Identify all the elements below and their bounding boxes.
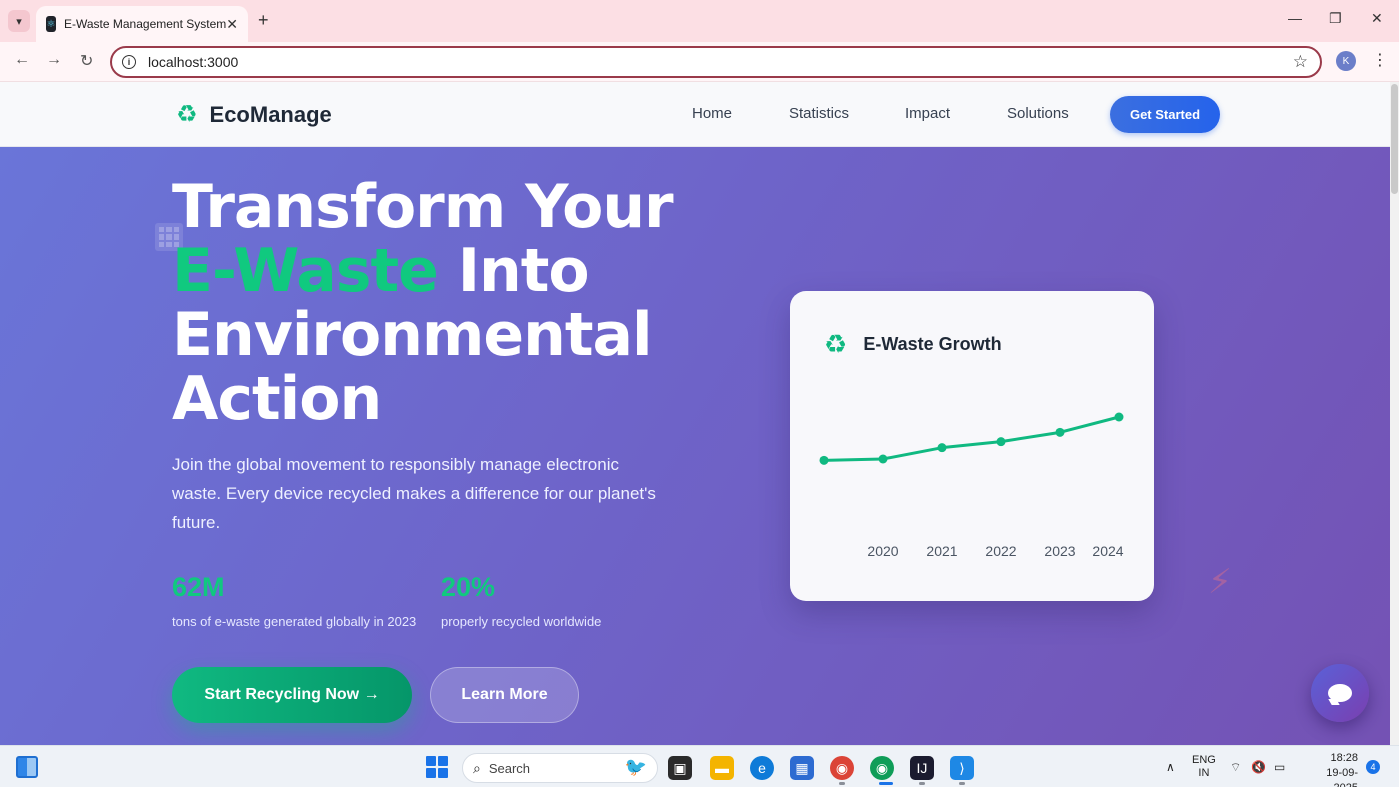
headline-accent: E-Waste bbox=[172, 236, 439, 306]
store-icon[interactable]: ▦ bbox=[790, 756, 814, 780]
start-recycling-button[interactable]: Start Recycling Now → bbox=[172, 667, 412, 723]
chat-bubble-icon bbox=[1328, 684, 1352, 702]
headline-line-2: Into bbox=[437, 236, 590, 306]
restore-icon[interactable]: ❐ bbox=[1329, 10, 1342, 27]
chat-button[interactable] bbox=[1311, 664, 1369, 722]
browser-tabbar: ▾ ⚛ E-Waste Management System ✕ + — ❐ ✕ bbox=[0, 0, 1399, 42]
vscode-icon[interactable]: ⟩ bbox=[950, 756, 974, 780]
edge-browser-icon[interactable]: e bbox=[750, 756, 774, 780]
hero-lead-text: Join the global movement to responsibly … bbox=[172, 455, 656, 532]
taskbar-clock[interactable]: 18:28 19-09-2025 bbox=[1302, 751, 1358, 787]
browser-menu-icon[interactable]: ⋮ bbox=[1372, 50, 1388, 70]
growth-data-point[interactable] bbox=[996, 437, 1006, 447]
bookmark-star-icon[interactable]: ☆ bbox=[1293, 52, 1308, 72]
site-logo[interactable]: ♻ EcoManage bbox=[176, 102, 332, 128]
stat-value-recycled: 20% bbox=[441, 572, 496, 602]
growth-data-point[interactable] bbox=[937, 443, 947, 453]
volume-muted-icon[interactable]: 🔇 bbox=[1251, 760, 1266, 774]
stat-value-generated: 62M bbox=[172, 572, 225, 602]
taskbar-search[interactable]: ⌕ Search 🐦 bbox=[462, 753, 658, 783]
site-header: ♻ EcoManage Home Statistics Impact Solut… bbox=[0, 82, 1390, 147]
windows-start-icon[interactable] bbox=[426, 756, 448, 778]
learn-more-button[interactable]: Learn More bbox=[430, 667, 579, 723]
site-info-icon[interactable]: i bbox=[122, 55, 136, 69]
stat-label-recycled: properly recycled worldwide bbox=[441, 614, 602, 629]
scrollbar-thumb[interactable] bbox=[1391, 84, 1398, 194]
search-highlight-icon: 🐦 bbox=[624, 757, 647, 777]
x-tick-label: 2021 bbox=[926, 543, 957, 559]
x-tick-label: 2023 bbox=[1044, 543, 1075, 559]
growth-data-point[interactable] bbox=[878, 454, 888, 464]
nav-solutions[interactable]: Solutions bbox=[1007, 105, 1069, 122]
app-running-indicator bbox=[839, 782, 845, 785]
intellij-icon[interactable]: IJ bbox=[910, 756, 934, 780]
x-tick-label: 2022 bbox=[985, 543, 1016, 559]
clock-date: 19-09-2025 bbox=[1326, 767, 1358, 787]
back-arrow-icon[interactable]: ← bbox=[14, 51, 30, 69]
battery-icon[interactable]: ▭ bbox=[1274, 760, 1285, 774]
language-code: ENG bbox=[1192, 754, 1216, 766]
url-text[interactable]: localhost:3000 bbox=[148, 54, 238, 70]
reload-icon[interactable]: ↻ bbox=[80, 51, 93, 71]
clock-time: 18:28 bbox=[1330, 752, 1358, 764]
chart-title: E-Waste Growth bbox=[863, 333, 1002, 354]
tab-title: E-Waste Management System bbox=[63, 17, 227, 31]
new-tab-plus-icon[interactable]: + bbox=[258, 10, 269, 31]
taskbar-search-label: Search bbox=[488, 760, 531, 776]
growth-data-point[interactable] bbox=[1114, 412, 1124, 422]
recycle-icon: ♻ bbox=[824, 329, 848, 359]
notification-badge[interactable]: 4 bbox=[1366, 760, 1380, 774]
app-active-indicator bbox=[879, 782, 893, 785]
chrome-profile-icon[interactable]: ◉ bbox=[870, 756, 894, 780]
language-region: IN bbox=[1198, 767, 1210, 779]
growth-data-point[interactable] bbox=[819, 455, 829, 465]
x-tick-label: 2024 bbox=[1092, 543, 1123, 559]
hero-headline: Transform Your E-Waste Into Environmenta… bbox=[172, 172, 674, 434]
growth-data-point[interactable] bbox=[1055, 427, 1065, 437]
logo-text: EcoManage bbox=[209, 102, 332, 127]
ewaste-growth-card: 2020 2021 2022 2023 2024 ♻ E-Waste Growth bbox=[790, 291, 1154, 601]
windows-taskbar: ⌕ Search 🐦 ▣ ▬ e ▦ ◉ ◉ IJ ⟩ ∧ ENG IN ⌔ 🔇… bbox=[0, 745, 1399, 787]
react-favicon-icon: ⚛ bbox=[46, 16, 56, 32]
minimize-icon[interactable]: — bbox=[1288, 10, 1302, 26]
widgets-icon[interactable] bbox=[16, 756, 38, 778]
lightning-bolt-icon: ⚡ bbox=[1208, 563, 1232, 601]
nav-statistics[interactable]: Statistics bbox=[789, 105, 849, 122]
chrome-icon[interactable]: ◉ bbox=[830, 756, 854, 780]
hero-section: Transform Your E-Waste Into Environmenta… bbox=[0, 147, 1390, 745]
show-hidden-icons-chevron-icon[interactable]: ∧ bbox=[1166, 760, 1175, 774]
profile-avatar[interactable]: K bbox=[1336, 51, 1356, 71]
card-header: ♻ E-Waste Growth bbox=[824, 331, 1002, 357]
x-tick-label: 2020 bbox=[867, 543, 898, 559]
search-icon: ⌕ bbox=[473, 759, 481, 776]
stat-label-generated: tons of e-waste generated globally in 20… bbox=[172, 614, 417, 629]
nav-home[interactable]: Home bbox=[692, 105, 732, 122]
task-view-icon[interactable]: ▣ bbox=[668, 756, 692, 780]
address-bar[interactable]: i localhost:3000 ☆ bbox=[110, 46, 1322, 78]
close-window-icon[interactable]: ✕ bbox=[1371, 10, 1383, 27]
close-tab-icon[interactable]: ✕ bbox=[226, 16, 238, 33]
language-indicator[interactable]: ENG IN bbox=[1192, 754, 1216, 780]
growth-series-line bbox=[822, 415, 1121, 462]
wifi-icon[interactable]: ⌔ bbox=[1230, 760, 1241, 775]
headline-line-1: Transform Your bbox=[172, 172, 674, 242]
tab-search-chevron-icon[interactable]: ▾ bbox=[8, 10, 30, 32]
app-running-indicator bbox=[919, 782, 925, 785]
web-page: ♻ EcoManage Home Statistics Impact Solut… bbox=[0, 82, 1390, 745]
get-started-button[interactable]: Get Started bbox=[1110, 96, 1220, 133]
browser-toolbar: ← → ↻ i localhost:3000 ☆ K ⋮ bbox=[0, 42, 1399, 82]
page-scrollbar[interactable] bbox=[1390, 82, 1399, 745]
headline-line-3: Environmental bbox=[172, 300, 653, 370]
nav-impact[interactable]: Impact bbox=[905, 105, 950, 122]
recycle-icon: ♻ bbox=[176, 101, 198, 128]
forward-arrow-icon[interactable]: → bbox=[46, 51, 62, 69]
headline-line-4: Action bbox=[172, 364, 382, 434]
file-explorer-icon[interactable]: ▬ bbox=[710, 756, 734, 780]
app-running-indicator bbox=[959, 782, 965, 785]
browser-tab-active[interactable]: ⚛ E-Waste Management System ✕ bbox=[36, 6, 248, 42]
